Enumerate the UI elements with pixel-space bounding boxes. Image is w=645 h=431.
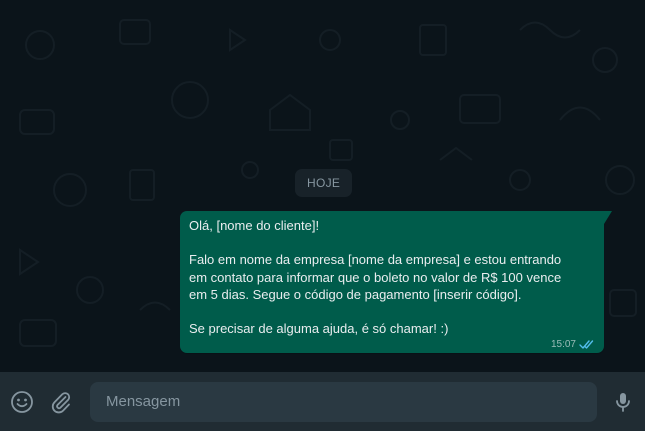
message-time: 15:07 [550,339,576,350]
bubble-tail [604,211,612,224]
message-line: Olá, [nome do cliente]! [189,218,320,233]
message-line [189,303,595,320]
microphone-icon [616,393,630,412]
voice-message-button[interactable] [610,389,636,415]
outgoing-message-bubble[interactable]: Olá, [nome do cliente]! Falo em nome da … [180,211,612,353]
double-check-read-icon [579,340,594,349]
message-line: em 5 dias. Segue o código de pagamento [… [189,286,522,302]
message-meta: 15:07 [551,339,596,350]
attach-button[interactable] [48,389,74,415]
message-line: Se precisar de alguma ajuda, é só chamar… [189,321,449,337]
paperclip-icon [51,392,71,414]
message-line: Falo em nome da empresa [nome da empresa… [189,252,562,268]
emoji-button[interactable] [9,389,35,415]
date-separator: HOJE [295,169,353,197]
chat-area: HOJE Olá, [nome do cliente]! Falo em nom… [0,0,645,372]
emoji-icon [11,391,33,413]
message-input[interactable]: Mensagem [90,382,597,422]
message-line: em contato para informar que o boleto no… [189,269,562,285]
message-line [189,234,595,251]
composer-bar: Mensagem [0,372,645,431]
